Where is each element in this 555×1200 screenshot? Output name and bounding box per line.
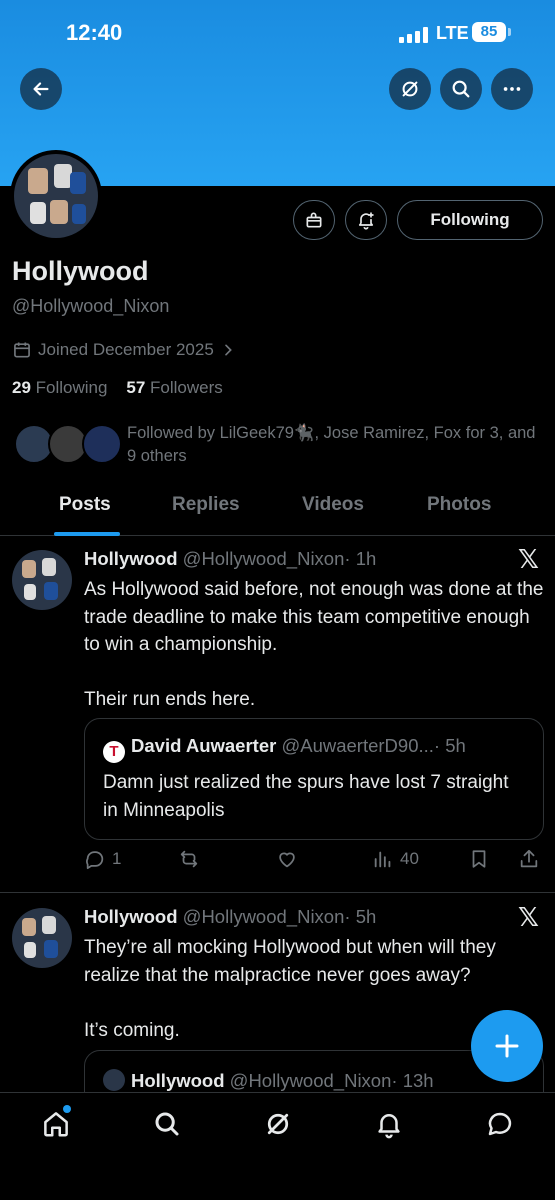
post-author[interactable]: Hollywood	[84, 906, 178, 927]
following-count: 29	[12, 378, 31, 397]
followed-by-text: Followed by LilGeek79🐈‍⬛, Jose Ramirez, …	[127, 424, 536, 465]
grok-icon	[402, 81, 418, 97]
post-header: Hollywood @Hollywood_Nixon· 1h	[84, 548, 376, 570]
quote-avatar	[103, 1069, 125, 1091]
like-button[interactable]	[276, 848, 298, 870]
post-time: · 5h	[344, 906, 377, 927]
views-button[interactable]: 40	[372, 848, 419, 870]
post-text: As Hollywood said before, not enough was…	[84, 579, 544, 710]
profile-name: Hollywood	[12, 256, 149, 286]
x-logo-icon: 𝕏	[518, 544, 539, 574]
post-time: · 1h	[344, 548, 377, 569]
follower-avatar	[82, 424, 122, 464]
search-button[interactable]	[440, 68, 482, 110]
post-handle[interactable]: @Hollywood_Nixon	[183, 906, 345, 927]
tab-replies[interactable]: Replies	[172, 494, 240, 516]
follow-counts: 29 Following 57 Followers	[12, 378, 223, 398]
tab-videos[interactable]: Videos	[302, 494, 364, 516]
post-avatar[interactable]	[12, 908, 72, 968]
quote-handle: @AuwaerterD90...	[281, 735, 434, 756]
search-icon	[155, 1112, 179, 1136]
profile-tabs: Posts Replies Videos Photos	[0, 482, 555, 536]
arrow-left-icon	[33, 82, 49, 96]
post-author[interactable]: Hollywood	[84, 548, 178, 569]
reply-count: 1	[112, 849, 122, 868]
tab-photos[interactable]: Photos	[427, 494, 491, 516]
more-icon	[503, 87, 521, 91]
network-label: LTE	[436, 23, 469, 43]
reply-button[interactable]: 1	[84, 848, 121, 870]
bottom-nav	[0, 1092, 555, 1200]
quote-text: Damn just realized the spurs have lost 7…	[103, 772, 509, 821]
followed-by[interactable]: Followed by LilGeek79🐈‍⬛, Jose Ramirez, …	[14, 422, 554, 472]
grok-button[interactable]	[389, 68, 431, 110]
repost-icon	[180, 850, 198, 868]
reply-icon	[86, 851, 104, 870]
chevron-right-icon	[224, 344, 232, 356]
status-time: 12:40	[66, 20, 123, 45]
notification-dot	[63, 1105, 71, 1113]
profile-handle: @Hollywood_Nixon	[12, 296, 170, 316]
gift-icon	[306, 212, 322, 228]
tab-posts[interactable]: Posts	[59, 494, 111, 516]
post-handle[interactable]: @Hollywood_Nixon	[183, 548, 345, 569]
nav-messages[interactable]	[485, 1109, 515, 1139]
nav-grok[interactable]	[263, 1109, 293, 1139]
more-button[interactable]	[491, 68, 533, 110]
views-icon	[374, 851, 391, 868]
compose-button[interactable]	[471, 1010, 543, 1082]
quote-time: · 5h	[433, 735, 466, 756]
home-icon	[44, 1112, 68, 1137]
bell-plus-icon	[358, 212, 374, 230]
following-button[interactable]: Following	[397, 200, 543, 240]
views-count: 40	[400, 849, 419, 868]
bookmark-icon	[472, 850, 486, 868]
grok-icon	[267, 1113, 289, 1135]
status-bar: 12:40 LTE 85	[0, 18, 555, 52]
quote-header: T David Auwaerter @AuwaerterD90...· 5h	[103, 735, 466, 763]
notifications-icon	[378, 1114, 400, 1139]
x-logo-icon: 𝕏	[518, 902, 539, 932]
profile-avatar[interactable]	[10, 150, 102, 242]
heart-icon	[279, 852, 295, 868]
share-icon	[520, 849, 538, 868]
following-link[interactable]: 29 Following	[12, 378, 107, 397]
bookmark-button[interactable]	[468, 848, 490, 870]
calendar-icon	[14, 342, 30, 358]
nav-home[interactable]	[41, 1105, 71, 1139]
post-header: Hollywood @Hollywood_Nixon· 5h	[84, 906, 376, 928]
notify-button[interactable]	[345, 200, 387, 240]
quote-author: David Auwaerter	[131, 735, 277, 756]
joined-text: Joined December 2025	[38, 340, 214, 359]
post-avatar[interactable]	[12, 550, 72, 610]
followers-link[interactable]: 57 Followers	[126, 378, 222, 397]
avatar-image	[14, 154, 98, 238]
quote-header: Hollywood @Hollywood_Nixon· 13h	[103, 1069, 434, 1092]
quote-author: Hollywood	[131, 1070, 225, 1091]
nav-search[interactable]	[152, 1109, 182, 1139]
back-button[interactable]	[20, 68, 62, 110]
quote-handle: @Hollywood_Nixon	[229, 1070, 392, 1091]
followers-count: 57	[126, 378, 146, 397]
messages-icon	[488, 1112, 512, 1136]
nav-notifications[interactable]	[374, 1109, 404, 1139]
search-icon	[452, 80, 470, 98]
following-label: Following	[35, 378, 108, 397]
quote-avatar: T	[103, 741, 125, 763]
post-actions: 1 40	[84, 848, 544, 878]
post[interactable]: Hollywood @Hollywood_Nixon· 5h 𝕏 They’re…	[0, 894, 555, 1092]
joined-date[interactable]: Joined December 2025	[12, 340, 236, 360]
quoted-post[interactable]: T David Auwaerter @AuwaerterD90...· 5h Da…	[84, 718, 544, 840]
plus-icon	[495, 1034, 519, 1058]
post[interactable]: Hollywood @Hollywood_Nixon· 1h 𝕏 As Holl…	[0, 536, 555, 892]
quote-time: · 13h	[391, 1070, 434, 1091]
battery-icon: 85	[472, 22, 511, 42]
divider	[0, 892, 555, 893]
repost-button[interactable]	[178, 848, 200, 870]
share-button[interactable]	[518, 848, 540, 870]
signal-icon	[399, 27, 429, 43]
followers-label: Followers	[150, 378, 223, 397]
subscribe-button[interactable]	[293, 200, 335, 240]
